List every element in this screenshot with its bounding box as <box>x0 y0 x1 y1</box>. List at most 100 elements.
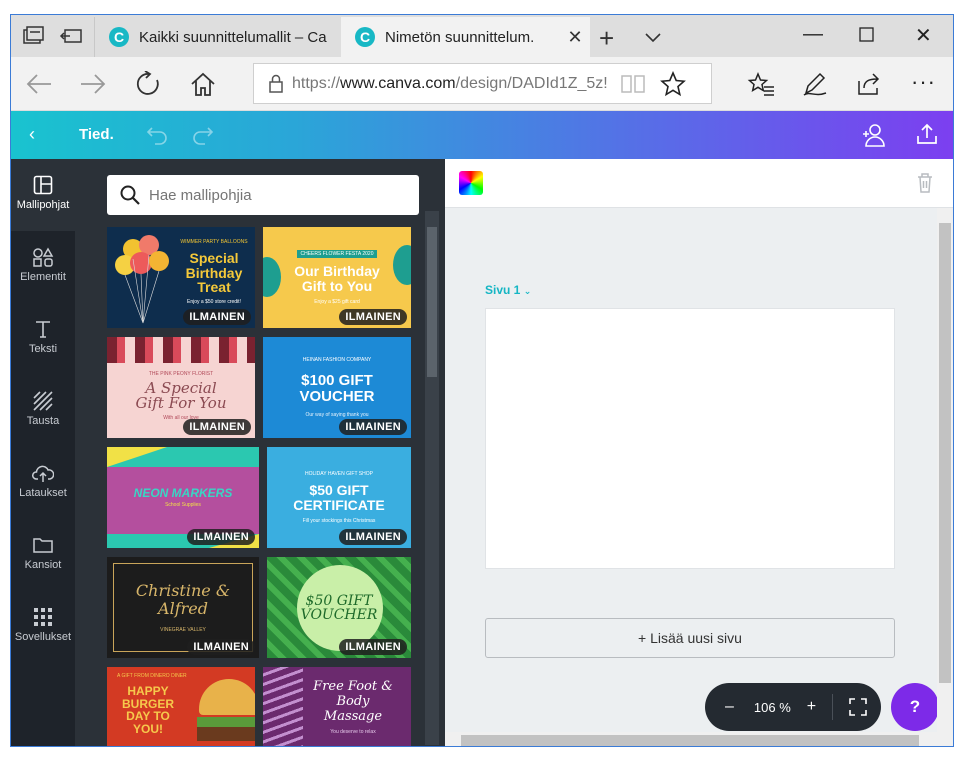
maximize-icon[interactable] <box>859 27 875 43</box>
template-sub-text: Enjoy a $50 store credit! <box>187 299 241 306</box>
template-thumbnail[interactable]: NEON MARKERS School Supplies ILMAINEN <box>107 447 259 548</box>
free-badge: ILMAINEN <box>187 529 255 545</box>
favorites-list-icon[interactable] <box>747 71 775 97</box>
pen-notes-icon[interactable] <box>801 71 829 97</box>
sidebar-item-label: Teksti <box>28 343 58 355</box>
sidebar-item-apps[interactable]: Sovellukset <box>11 591 75 663</box>
close-window-icon[interactable]: ✕ <box>915 23 932 48</box>
template-top-text: HOLIDAY HAVEN GIFT SHOP <box>305 470 373 477</box>
template-title: A Special Gift For You <box>135 378 227 412</box>
zoom-in-button[interactable]: + <box>807 698 816 716</box>
template-title: Free Foot & Body Massage <box>313 679 393 724</box>
sidebar-item-label: Mallipohjat <box>16 199 70 211</box>
canva-toolbar: ‹ Tied. <box>11 111 953 159</box>
sidebar-item-text[interactable]: Teksti <box>11 303 75 375</box>
canva-favicon-icon: C <box>355 27 375 47</box>
add-new-page-button[interactable]: + Lisää uusi sivu <box>485 618 895 658</box>
refresh-icon[interactable] <box>135 71 163 97</box>
search-icon <box>120 185 140 205</box>
template-title: HAPPY BURGER DAY TO YOU! <box>121 684 174 736</box>
url-field[interactable]: https://www.canva.com/design/DADId1Z_5z! <box>253 63 712 104</box>
color-picker-icon[interactable] <box>459 171 483 195</box>
free-badge: ILMAINEN <box>339 529 407 545</box>
undo-icon[interactable] <box>146 124 168 146</box>
address-bar: https://www.canva.com/design/DADId1Z_5z!… <box>11 57 953 111</box>
template-title: $50 GIFT VOUCHER <box>300 592 378 623</box>
free-badge: ILMAINEN <box>187 639 255 655</box>
zoom-out-button[interactable]: – <box>725 698 734 716</box>
template-thumbnail[interactable]: $50 GIFT VOUCHER ILMAINEN <box>267 557 411 658</box>
tab-manager-icon[interactable] <box>21 25 45 47</box>
upload-icon <box>32 465 54 482</box>
reading-view-icon[interactable] <box>620 73 646 95</box>
canva-favicon-icon: C <box>109 27 129 47</box>
template-top-text: THE PINK PEONY FLORIST <box>148 370 214 377</box>
zoom-level[interactable]: 106 % <box>754 700 791 715</box>
redo-icon[interactable] <box>192 124 214 146</box>
template-sub-text: Enjoy a $25 gift card <box>314 299 360 306</box>
sidebar-item-label: Lataukset <box>19 487 67 499</box>
sidebar-item-templates[interactable]: Mallipohjat <box>11 159 75 231</box>
chevron-down-icon: ⌄ <box>523 286 532 296</box>
template-thumbnail[interactable]: A GIFT FROM DINERO DINER HAPPY BURGER DA… <box>107 667 255 746</box>
sidebar-item-background[interactable]: Tausta <box>11 375 75 447</box>
template-top-text: HEINAN FASHION COMPANY <box>302 356 372 363</box>
template-thumbnail[interactable]: HOLIDAY HAVEN GIFT SHOP $50 GIFT CERTIFI… <box>267 447 411 548</box>
sidebar-item-label: Tausta <box>26 415 60 427</box>
sidebar-item-elements[interactable]: Elementit <box>11 231 75 303</box>
back-chevron-icon[interactable]: ‹ <box>29 124 35 145</box>
template-thumbnail[interactable]: Free Foot & Body Massage You deserve to … <box>263 667 411 746</box>
template-title: $50 GIFT CERTIFICATE <box>293 481 385 513</box>
sidebar-item-uploads[interactable]: Lataukset <box>11 447 75 519</box>
template-thumbnail[interactable]: THE PINK PEONY FLORIST A Special Gift Fo… <box>107 337 255 438</box>
panel-scrollbar-thumb[interactable] <box>427 227 437 377</box>
template-sub-text: You deserve to relax <box>330 728 376 735</box>
chevron-down-icon[interactable] <box>643 27 663 47</box>
tab-all-templates[interactable]: C Kaikki suunnittelumallit – Ca <box>94 17 340 57</box>
folder-icon <box>33 538 53 553</box>
tab-bar: C Kaikki suunnittelumallit – Ca C Nimetö… <box>11 15 953 57</box>
template-top-text: WIMMER PARTY BALLOONS <box>180 239 248 245</box>
new-tab-icon[interactable]: + <box>599 23 614 54</box>
help-button[interactable]: ? <box>891 683 939 731</box>
template-search[interactable] <box>107 175 419 215</box>
file-menu[interactable]: Tied. <box>79 126 114 143</box>
share-icon[interactable] <box>855 71 883 97</box>
editor-horizontal-scrollbar-thumb[interactable] <box>461 735 919 746</box>
sidebar-item-label: Sovellukset <box>14 631 72 643</box>
back-arrow-icon[interactable] <box>25 71 53 97</box>
more-options-icon[interactable]: ··· <box>911 69 936 95</box>
minimize-icon[interactable]: — <box>803 23 823 46</box>
template-thumbnail[interactable]: HEINAN FASHION COMPANY $100 GIFT VOUCHER… <box>263 337 411 438</box>
templates-panel: WIMMER PARTY BALLOONS Special Birthday T… <box>75 159 445 746</box>
zoom-controls: – 106 % + <box>705 683 881 731</box>
publish-upload-icon[interactable] <box>915 122 939 146</box>
design-editor: Sivu 1 ⌄ + Lisää uusi sivu – 106 % + ? <box>445 159 953 746</box>
forward-arrow-icon[interactable] <box>79 71 107 97</box>
template-title: Special Birthday Treat <box>185 250 243 296</box>
design-page-canvas[interactable] <box>485 308 895 569</box>
trash-icon[interactable] <box>915 172 935 194</box>
template-thumbnail[interactable]: Christine & Alfred VINEGRAE VALLEY ILMAI… <box>107 557 259 658</box>
elements-icon <box>33 247 54 267</box>
sidebar-item-folders[interactable]: Kansiot <box>11 519 75 591</box>
favorite-star-icon[interactable] <box>660 70 686 97</box>
home-icon[interactable] <box>189 71 217 97</box>
template-thumbnail[interactable]: CHEERS FLOWER FESTA 2020 Our Birthday Gi… <box>263 227 411 328</box>
background-icon <box>33 391 53 411</box>
apps-icon <box>34 608 52 626</box>
page-label[interactable]: Sivu 1 ⌄ <box>485 283 531 297</box>
set-aside-tabs-icon[interactable] <box>59 25 83 47</box>
free-badge: ILMAINEN <box>339 419 407 435</box>
close-tab-icon[interactable]: ✕ <box>560 27 590 48</box>
template-title: NEON MARKERS <box>133 486 233 501</box>
template-thumbnail[interactable]: WIMMER PARTY BALLOONS Special Birthday T… <box>107 227 255 328</box>
free-badge: ILMAINEN <box>339 639 407 655</box>
search-input[interactable] <box>149 186 399 204</box>
fullscreen-icon[interactable] <box>849 698 867 716</box>
editor-vertical-scrollbar-thumb[interactable] <box>939 223 951 683</box>
share-people-icon[interactable] <box>861 122 887 148</box>
templates-icon <box>33 175 53 195</box>
zoom-divider <box>832 694 834 720</box>
tab-untitled-design[interactable]: C Nimetön suunnittelum. ✕ <box>341 17 590 57</box>
